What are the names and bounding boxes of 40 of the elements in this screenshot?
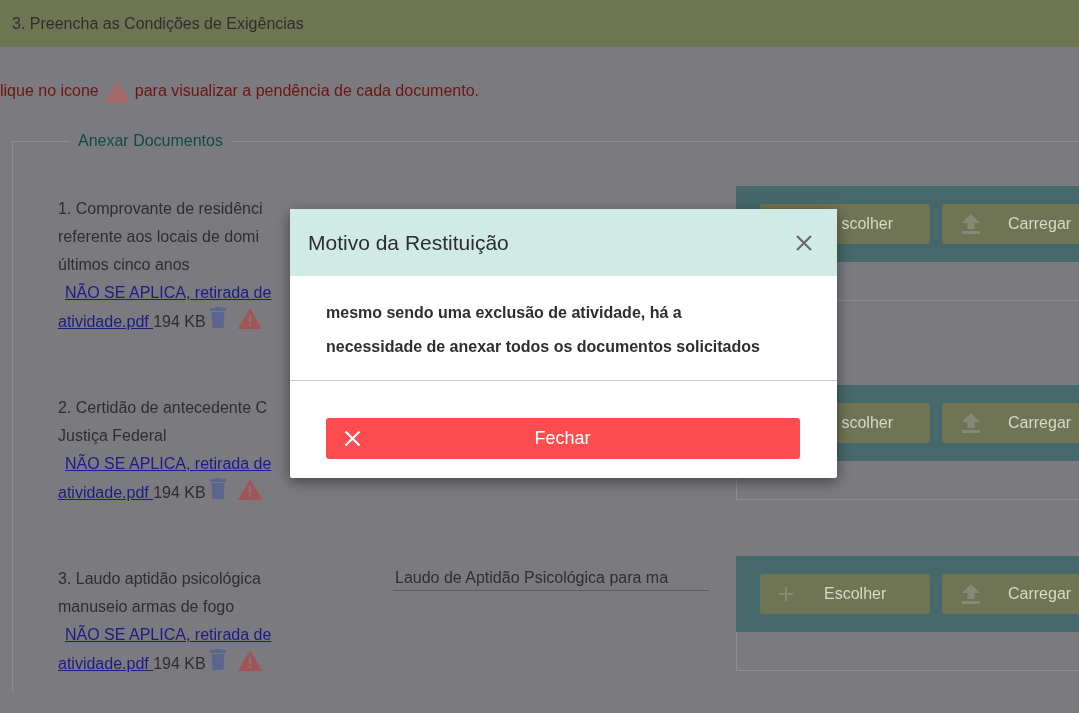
warning-icon[interactable]	[237, 650, 262, 671]
file-size: 194 KB	[153, 313, 206, 330]
document-title: manuseio armas de fogo	[58, 597, 236, 617]
warning-icon[interactable]	[104, 80, 129, 102]
file-size: 194 KB	[153, 484, 206, 501]
upload-button[interactable]: Carregar	[942, 574, 1079, 614]
warning-icon[interactable]	[237, 308, 262, 329]
upload-icon	[962, 214, 980, 234]
document-title: referente aos locais de domi	[58, 227, 260, 247]
file-link[interactable]: NÃO SE APLICA, retirada de	[65, 455, 272, 472]
choose-button[interactable]: Escolher	[760, 574, 930, 614]
document-title: Justiça Federal	[58, 426, 168, 446]
file-link[interactable]: NÃO SE APLICA, retirada de	[65, 626, 272, 643]
description-field[interactable]: Laudo de Aptidão Psicológica para ma	[393, 566, 709, 591]
fieldset-legend: Anexar Documentos	[70, 132, 231, 150]
plus-icon	[778, 586, 794, 602]
close-icon	[344, 430, 361, 447]
trash-icon[interactable]	[209, 478, 226, 499]
file-link[interactable]: atividade.pdf	[58, 655, 154, 672]
hint-text: para visualizar a pendência de cada documento.	[134, 82, 479, 100]
file-link[interactable]: NÃO SE APLICA, retirada de	[65, 284, 272, 301]
upload-button[interactable]: Carregar	[942, 403, 1079, 443]
trash-icon[interactable]	[209, 307, 226, 328]
file-link[interactable]: atividade.pdf	[58, 313, 154, 330]
document-title: 3. Laudo aptidão psicológica	[58, 569, 262, 589]
trash-icon[interactable]	[209, 649, 226, 670]
close-button[interactable]: Fechar	[326, 418, 800, 459]
section-header: 3. Preencha as Condições de Exigências	[0, 0, 1079, 47]
hint-text: lique no icone	[0, 82, 99, 100]
file-link[interactable]: atividade.pdf	[58, 484, 154, 501]
upload-icon	[962, 584, 980, 604]
warning-icon[interactable]	[237, 479, 262, 500]
document-title: 1. Comprovante de residênci	[58, 199, 264, 219]
modal-message: mesmo sendo uma exclusão de atividade, há a necessidade de anexar todos os documentos solicitados	[290, 276, 837, 381]
upload-button[interactable]: Carregar	[942, 204, 1079, 244]
file-size: 194 KB	[153, 655, 206, 672]
modal-title: Motivo da Restituição	[308, 230, 509, 255]
document-title: 2. Certidão de antecedente C	[58, 398, 269, 418]
document-title: últimos cinco anos	[58, 255, 191, 275]
upload-icon	[962, 413, 980, 433]
